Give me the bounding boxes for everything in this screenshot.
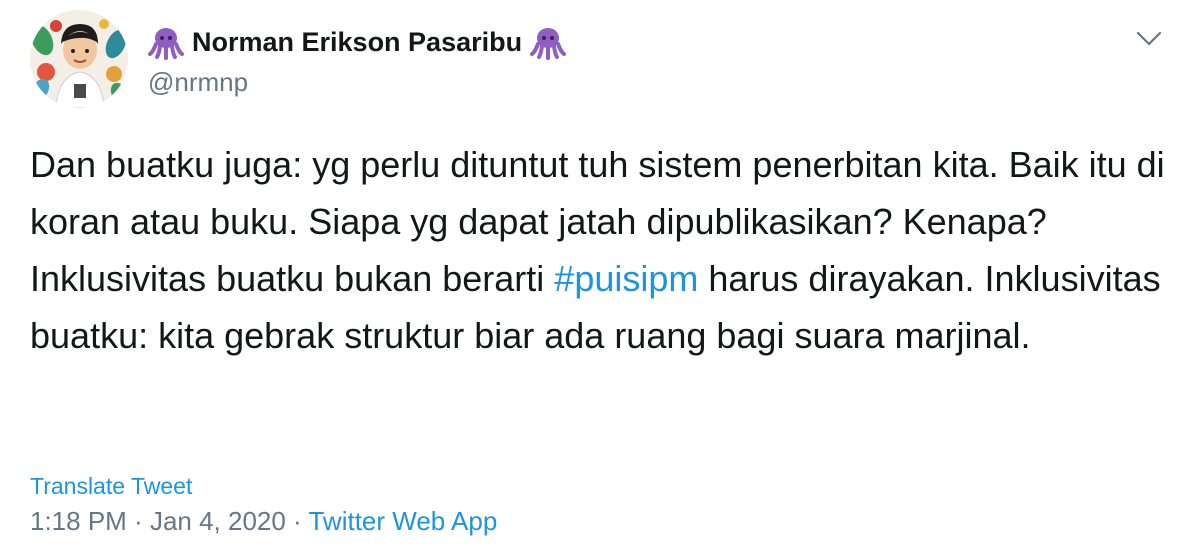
tweet-header: Norman Erikson Pasaribu @nrmnp — [148, 22, 1126, 98]
tweet-card: Norman Erikson Pasaribu @nrmnp Dan buatk… — [0, 0, 1186, 554]
octopus-icon — [148, 28, 184, 60]
chevron-down-icon[interactable] — [1136, 30, 1162, 48]
tweet-text: Dan buatku juga: yg perlu dituntut tuh s… — [30, 136, 1170, 364]
octopus-icon — [530, 28, 567, 60]
hashtag-link[interactable]: #puisipm — [554, 258, 698, 299]
author-display-name[interactable]: Norman Erikson Pasaribu — [192, 27, 522, 58]
tweet-time[interactable]: 1:18 PM — [30, 506, 127, 536]
translate-tweet-link[interactable]: Translate Tweet — [30, 473, 192, 500]
avatar-illustration-icon — [30, 10, 128, 108]
tweet-date[interactable]: Jan 4, 2020 — [150, 506, 286, 536]
avatar[interactable] — [30, 10, 128, 108]
meta-separator: · — [285, 506, 309, 536]
author-name-row[interactable]: Norman Erikson Pasaribu — [148, 22, 1126, 62]
author-handle[interactable]: @nrmnp — [148, 66, 1126, 98]
source-app-link[interactable]: Twitter Web App — [308, 506, 497, 536]
meta-separator: · — [126, 506, 150, 536]
tweet-metadata: 1:18 PM · Jan 4, 2020 · Twitter Web App — [30, 506, 497, 537]
